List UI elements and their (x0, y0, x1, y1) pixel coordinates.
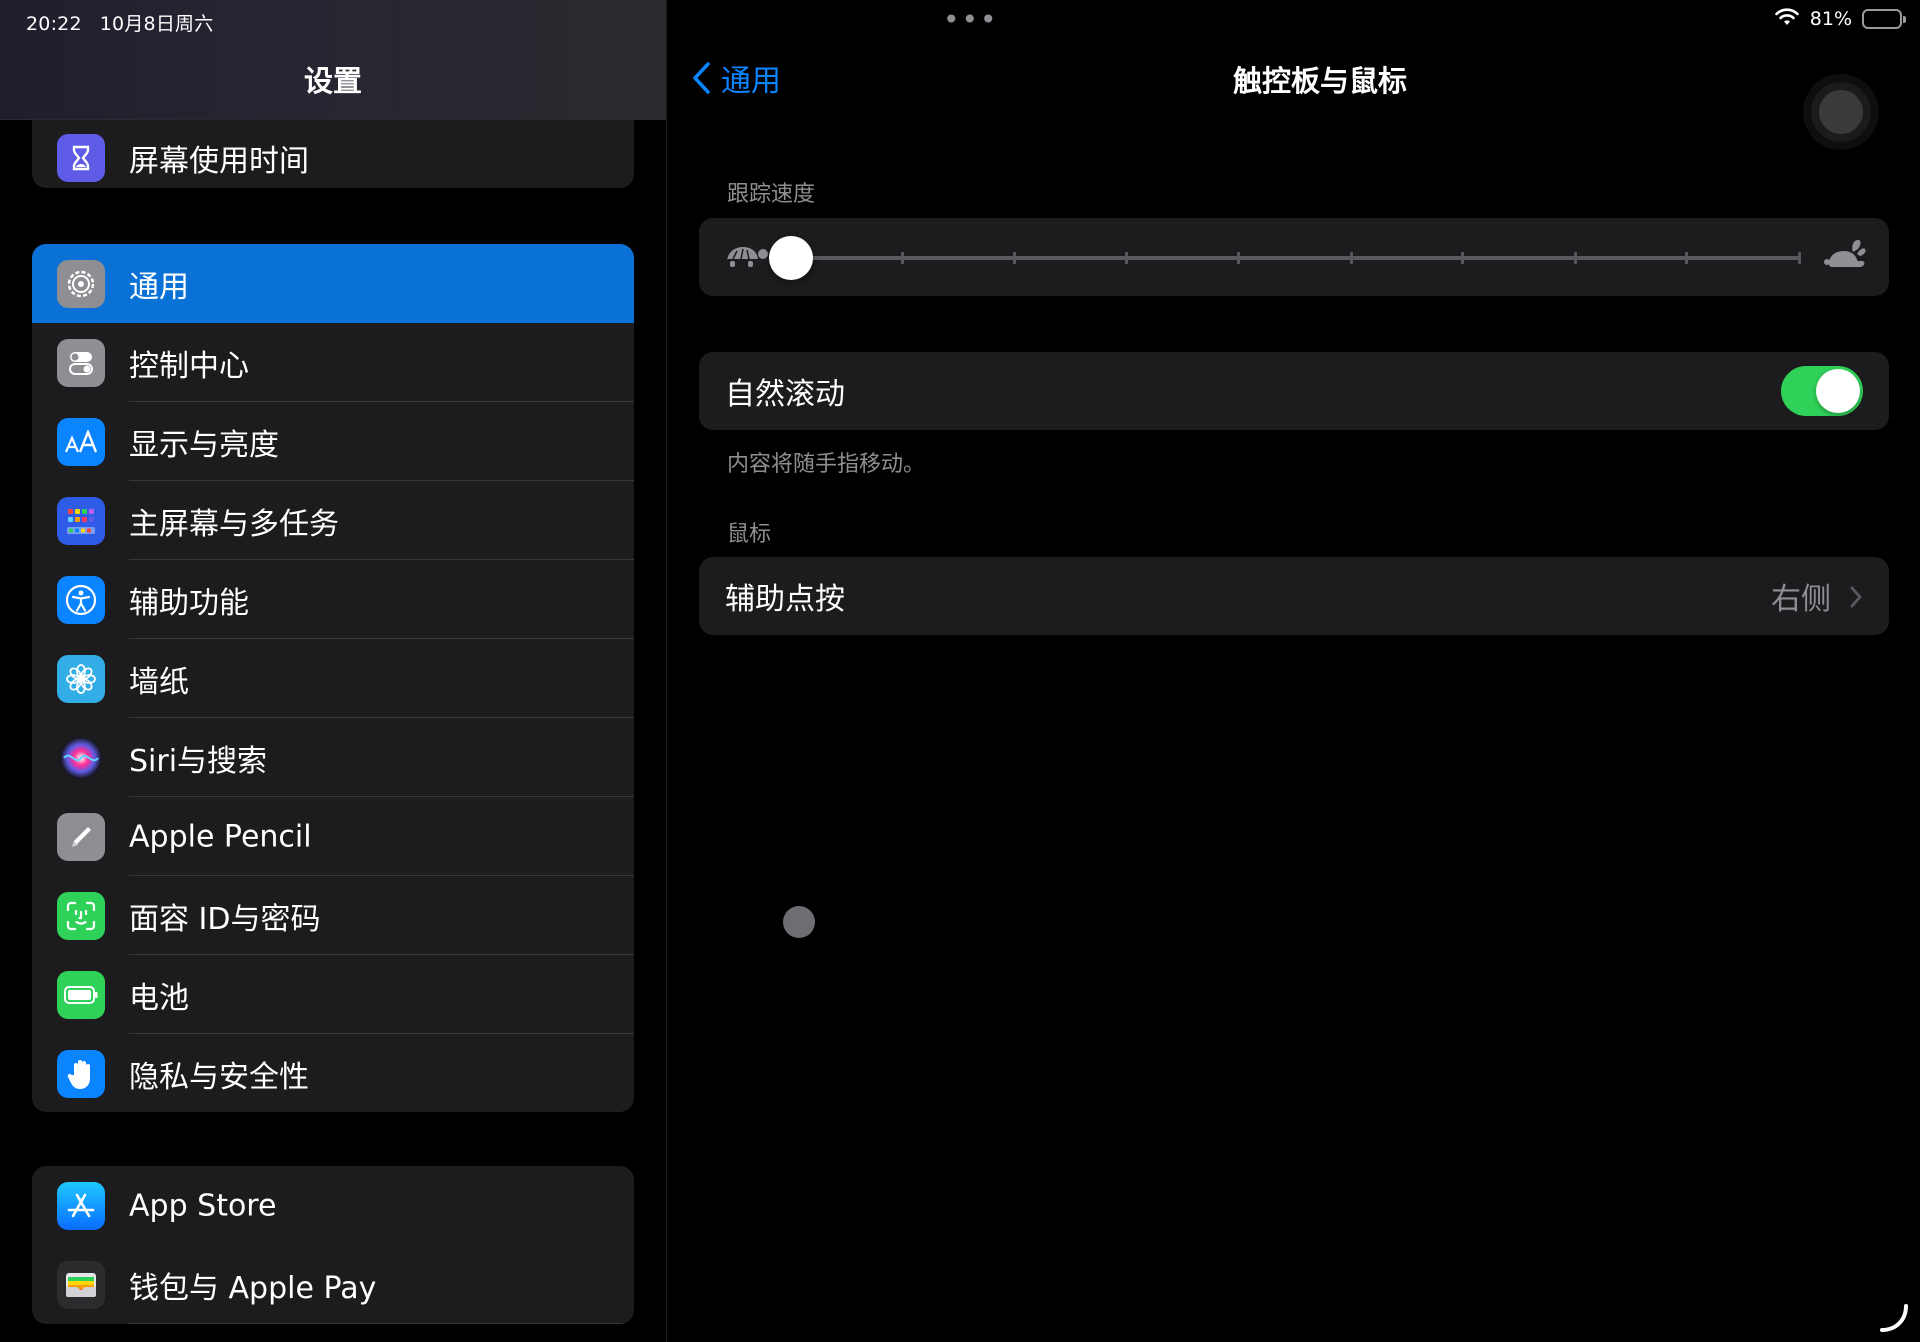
rabbit-icon (1823, 238, 1867, 276)
slider-tick (1685, 252, 1689, 264)
detail-pane: ••• 81% 通用 触控板与鼠标 跟踪速度 自然滚动 内容将随手指移动。 鼠标… (666, 0, 1920, 1342)
secondary-click-row[interactable]: 辅助点按 右侧 (699, 557, 1889, 635)
app-store-icon (57, 1181, 105, 1230)
row-separator (129, 1323, 634, 1324)
text-size-icon (57, 417, 105, 466)
natural-scroll-label: 自然滚动 (725, 377, 845, 412)
secondary-click-label: 辅助点按 (725, 582, 845, 617)
sidebar-item-label: 墙纸 (129, 664, 189, 700)
sidebar-item-home-screen-multitasking[interactable]: 主屏幕与多任务 (32, 481, 634, 560)
toggles-icon (57, 338, 105, 387)
wifi-icon (1774, 7, 1800, 31)
sidebar-item-label: Apple Pencil (129, 819, 312, 854)
sidebar-item-wallpaper[interactable]: 墙纸 (32, 639, 634, 718)
sidebar-item-label: App Store (129, 1188, 277, 1223)
page-title-text: 触控板与鼠标 (1232, 64, 1407, 98)
settings-sidebar: 屏幕使用时间 20:22 10月8日周六 设置 通用 控制中心 显示与亮度 主屏… (0, 0, 666, 1342)
sidebar-item-accessibility[interactable]: 辅助功能 (32, 560, 634, 639)
slider-tick (1349, 252, 1353, 264)
secondary-click-value: 右侧 (1771, 582, 1831, 617)
sidebar-group-main: 通用 控制中心 显示与亮度 主屏幕与多任务 辅助功能 墙纸 Siri与搜索 Ap… (32, 244, 634, 1112)
pencil-icon (57, 812, 105, 861)
sidebar-item-apple-pencil[interactable]: Apple Pencil (32, 797, 634, 876)
siri-icon (57, 733, 105, 782)
sidebar-item-label: 面容 ID与密码 (129, 901, 321, 937)
sidebar-item-display-brightness[interactable]: 显示与亮度 (32, 402, 634, 481)
assistive-touch-button[interactable] (1811, 82, 1871, 142)
sidebar-item-general[interactable]: 通用 (32, 244, 634, 323)
sidebar-header: 20:22 10月8日周六 设置 (0, 0, 666, 120)
sidebar-item-privacy-security[interactable]: 隐私与安全性 (32, 1034, 634, 1112)
scroll-indicator-icon (1880, 1304, 1908, 1332)
home-grid-icon (57, 496, 105, 545)
status-time: 20:22 (26, 13, 82, 35)
sidebar-item-wallet-apple-pay[interactable]: 钱包与 Apple Pay (32, 1245, 634, 1324)
sidebar-group-store: App Store 钱包与 Apple Pay (32, 1166, 634, 1324)
natural-scroll-note: 内容将随手指移动。 (727, 452, 926, 477)
sidebar-item-face-id-passcode[interactable]: 面容 ID与密码 (32, 876, 634, 955)
battery-indicator-icon (1862, 9, 1906, 29)
slider-tick (1573, 252, 1577, 264)
sidebar-item-screen-time[interactable]: 屏幕使用时间 (32, 128, 634, 188)
battery-icon (57, 970, 105, 1019)
sidebar-item-label: Siri与搜索 (129, 743, 268, 779)
multitasking-menu-icon[interactable]: ••• (943, 6, 999, 34)
sidebar-item-label: 辅助功能 (129, 585, 249, 621)
sidebar-item-label: 屏幕使用时间 (129, 144, 309, 179)
sidebar-item-label: 隐私与安全性 (129, 1059, 309, 1095)
slider-tick (1797, 252, 1801, 264)
toggle-knob (1816, 369, 1860, 413)
chevron-right-icon (1850, 586, 1862, 608)
sidebar-item-label: 主屏幕与多任务 (129, 506, 339, 542)
slider-thumb[interactable] (769, 236, 813, 280)
face-id-icon (57, 891, 105, 940)
hourglass-icon (57, 134, 105, 182)
battery-percentage: 81% (1809, 8, 1852, 30)
slider-tick (1013, 252, 1017, 264)
slider-tick (1237, 252, 1241, 264)
wallet-icon (57, 1260, 105, 1309)
mouse-header: 鼠标 (727, 522, 772, 547)
sidebar-title: 设置 (303, 64, 362, 98)
tracking-speed-header: 跟踪速度 (727, 182, 816, 207)
natural-scroll-card: 自然滚动 (699, 352, 1889, 430)
slider-tick (1125, 252, 1129, 264)
status-bar-clock: 20:22 10月8日周六 (26, 9, 213, 36)
sidebar-item-label: 电池 (129, 980, 189, 1016)
slider-tick (1461, 252, 1465, 264)
ipad-screen: 屏幕使用时间 20:22 10月8日周六 设置 通用 控制中心 显示与亮度 主屏… (0, 0, 1920, 1342)
turtle-icon (723, 240, 769, 274)
sidebar-item-siri-search[interactable]: Siri与搜索 (32, 718, 634, 797)
status-date: 10月8日周六 (99, 13, 214, 35)
natural-scroll-toggle[interactable] (1781, 366, 1863, 416)
sidebar-item-label: 通用 (129, 269, 189, 305)
mouse-pointer (783, 906, 815, 938)
slider-tick (901, 252, 905, 264)
sidebar-item-app-store[interactable]: App Store (32, 1166, 634, 1245)
sidebar-item-label: 控制中心 (129, 348, 249, 384)
gear-icon (57, 259, 105, 308)
sidebar-item-label: 显示与亮度 (129, 427, 279, 463)
hand-icon (57, 1049, 105, 1098)
tracking-speed-slider[interactable] (769, 236, 1801, 280)
status-bar-right: 81% (1774, 6, 1906, 32)
flower-icon (57, 654, 105, 703)
sidebar-item-battery[interactable]: 电池 (32, 955, 634, 1034)
accessibility-icon (57, 575, 105, 624)
page-title: 触控板与鼠标 (667, 58, 1920, 100)
tracking-speed-card (699, 218, 1889, 296)
sidebar-item-label: 钱包与 Apple Pay (129, 1270, 377, 1306)
sidebar-item-control-center[interactable]: 控制中心 (32, 323, 634, 402)
